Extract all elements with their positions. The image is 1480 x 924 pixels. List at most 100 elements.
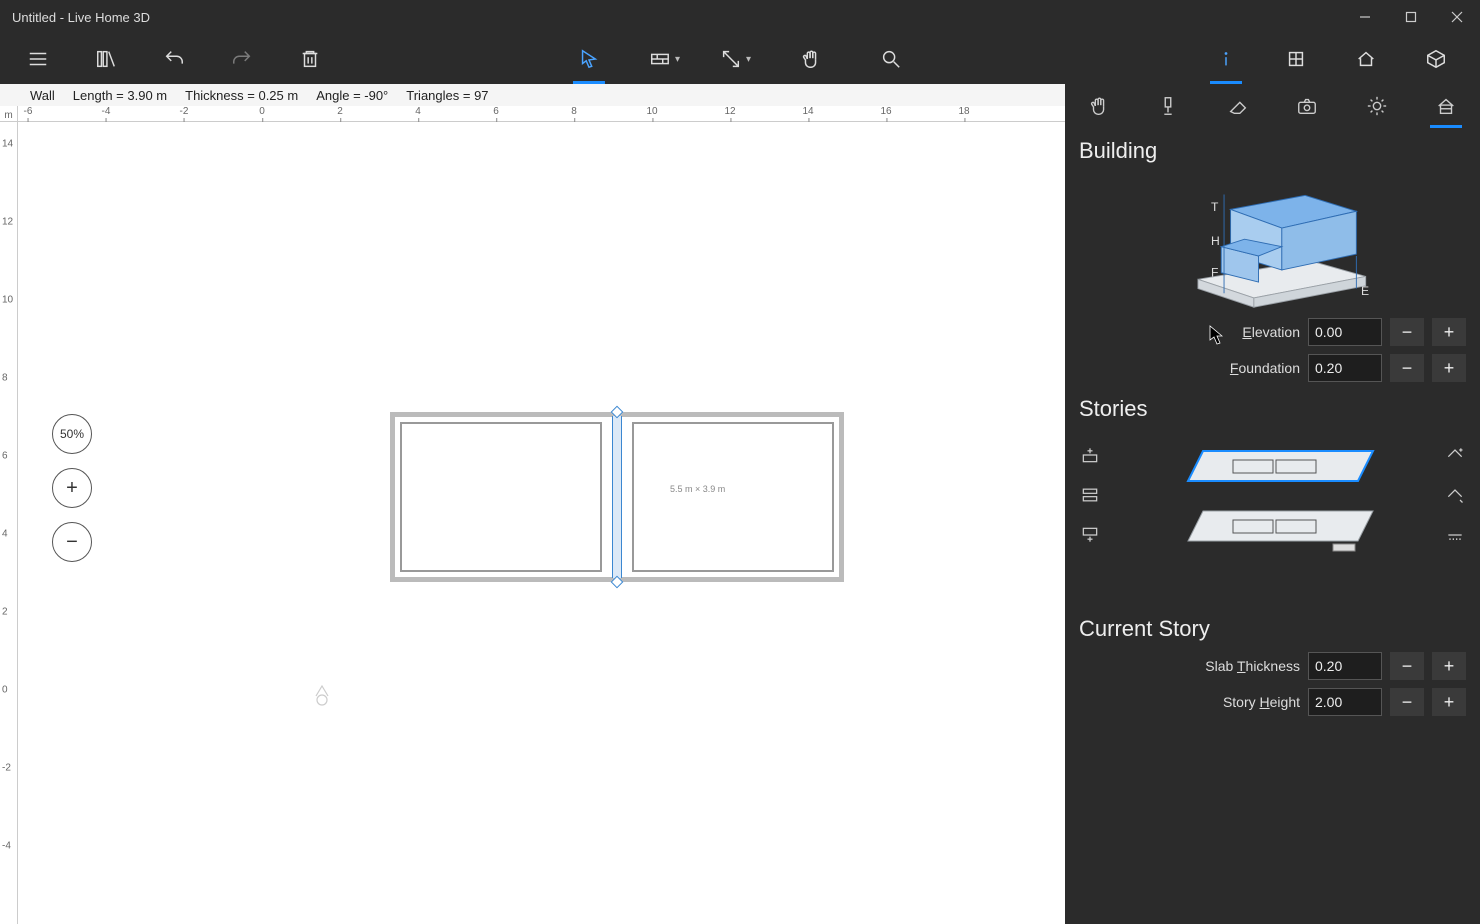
zoom-out-button[interactable]: − (52, 522, 92, 562)
stories-row (1065, 428, 1480, 586)
ground-toggle-button[interactable] (1444, 524, 1466, 546)
story-height-increment[interactable]: + (1432, 688, 1466, 716)
inspector-panel: Building T H F E Elevation − + (1065, 84, 1480, 924)
story-height-row: Story Height − + (1065, 684, 1480, 720)
inspector-2d-tab[interactable] (1276, 34, 1316, 84)
camera-tab[interactable] (1287, 84, 1327, 128)
minimize-button[interactable] (1342, 0, 1388, 34)
ruler-h-tick: -2 (180, 106, 189, 117)
status-angle: Angle = -90° (316, 88, 388, 103)
inspector-sub-tabs (1065, 84, 1480, 128)
ruler-v-tick: -2 (2, 763, 11, 774)
room-dimensions: 5.5 m × 3.9 m (670, 484, 725, 494)
camera-marker[interactable] (310, 682, 334, 717)
ruler-h-tick: 0 (259, 106, 265, 117)
inspector-3d-tab[interactable] (1416, 34, 1456, 84)
status-bar: Wall Length = 3.90 m Thickness = 0.25 m … (0, 84, 1065, 106)
diagram-E: E (1361, 284, 1369, 298)
slab-thickness-decrement[interactable]: − (1390, 652, 1424, 680)
materials-tab[interactable] (1148, 84, 1188, 128)
zoom-controls: 50% + − (52, 414, 92, 562)
ruler-horizontal: -6-4-2024681012141618 (18, 106, 1065, 122)
zoom-percent-button[interactable]: 50% (52, 414, 92, 454)
chevron-down-icon: ▾ (675, 54, 680, 65)
select-tool[interactable] (569, 34, 609, 84)
story-height-input[interactable] (1308, 688, 1382, 716)
foundation-row: Foundation − + (1065, 350, 1480, 386)
foundation-increment[interactable]: + (1432, 354, 1466, 382)
manage-stories-button[interactable] (1079, 484, 1101, 506)
library-button[interactable] (86, 34, 126, 84)
ruler-v-tick: 0 (2, 685, 8, 696)
status-length: Length = 3.90 m (73, 88, 167, 103)
ruler-v-tick: 2 (2, 607, 8, 618)
close-button[interactable] (1434, 0, 1480, 34)
inspector-info-tab[interactable] (1206, 34, 1246, 84)
ruler-vertical: 14 12 10 8 6 4 2 0 -2 -4 (0, 122, 18, 924)
delete-button[interactable] (290, 34, 330, 84)
redo-button[interactable] (222, 34, 262, 84)
foundation-decrement[interactable]: − (1390, 354, 1424, 382)
add-roof-button[interactable] (1444, 444, 1466, 466)
canvas-2d[interactable]: 50% + − 5.5 m × 3.9 m (18, 122, 1065, 924)
title-bar: Untitled - Live Home 3D (0, 0, 1480, 34)
dimension-tool-dropdown[interactable]: ▾ (720, 34, 751, 84)
diagram-F: F (1211, 265, 1218, 279)
building-tab[interactable] (1426, 84, 1466, 128)
ruler-h-tick: -4 (102, 106, 111, 117)
elevation-decrement[interactable]: − (1390, 318, 1424, 346)
main-toolbar: ▾ ▾ (0, 34, 1480, 84)
diagram-H: H (1211, 234, 1220, 248)
ruler-h-tick: 14 (802, 106, 813, 117)
ruler-h-tick: 12 (724, 106, 735, 117)
story-height-decrement[interactable]: − (1390, 688, 1424, 716)
wall-tool-dropdown[interactable]: ▾ (649, 34, 680, 84)
elevation-label: Elevation (1079, 324, 1300, 340)
zoom-tool[interactable] (871, 34, 911, 84)
ruler-v-tick: -4 (2, 841, 11, 852)
object-properties-tab[interactable] (1079, 84, 1119, 128)
building-diagram: T H F E (1065, 170, 1480, 314)
ruler-unit: m (0, 106, 18, 122)
slab-thickness-increment[interactable]: + (1432, 652, 1466, 680)
stories-section-title: Stories (1065, 386, 1480, 428)
roof-settings-button[interactable] (1444, 484, 1466, 506)
foundation-input[interactable] (1308, 354, 1382, 382)
room-left[interactable] (400, 422, 602, 572)
undo-button[interactable] (154, 34, 194, 84)
menu-button[interactable] (18, 34, 58, 84)
inspector-house-tab[interactable] (1346, 34, 1386, 84)
status-thickness: Thickness = 0.25 m (185, 88, 298, 103)
selected-wall[interactable] (612, 416, 622, 578)
eraser-tab[interactable] (1218, 84, 1258, 128)
elevation-row: Elevation − + (1065, 314, 1480, 350)
add-story-below-button[interactable] (1079, 524, 1101, 546)
lighting-tab[interactable] (1357, 84, 1397, 128)
window-controls (1342, 0, 1480, 34)
maximize-button[interactable] (1388, 0, 1434, 34)
ruler-v-tick: 4 (2, 529, 8, 540)
ruler-v-tick: 14 (2, 139, 13, 150)
status-triangles: Triangles = 97 (406, 88, 488, 103)
ruler-h-tick: 6 (493, 106, 499, 117)
floor-plan[interactable]: 5.5 m × 3.9 m (390, 412, 844, 582)
ruler-h-tick: 8 (571, 106, 577, 117)
ruler-h-tick: -6 (24, 106, 33, 117)
foundation-label: Foundation (1079, 360, 1300, 376)
slab-thickness-input[interactable] (1308, 652, 1382, 680)
zoom-in-button[interactable]: + (52, 468, 92, 508)
ruler-v-tick: 8 (2, 373, 8, 384)
ruler-h-tick: 16 (880, 106, 891, 117)
current-story-title: Current Story (1065, 606, 1480, 648)
workspace: Wall Length = 3.90 m Thickness = 0.25 m … (0, 84, 1065, 924)
room-right[interactable] (632, 422, 834, 572)
elevation-input[interactable] (1308, 318, 1382, 346)
elevation-increment[interactable]: + (1432, 318, 1466, 346)
pan-tool[interactable] (791, 34, 831, 84)
add-story-above-button[interactable] (1079, 444, 1101, 466)
ruler-v-tick: 10 (2, 295, 13, 306)
ruler-v-tick: 12 (2, 217, 13, 228)
stories-preview[interactable] (1109, 436, 1436, 586)
diagram-T: T (1211, 200, 1219, 214)
ruler-v-tick: 6 (2, 451, 8, 462)
